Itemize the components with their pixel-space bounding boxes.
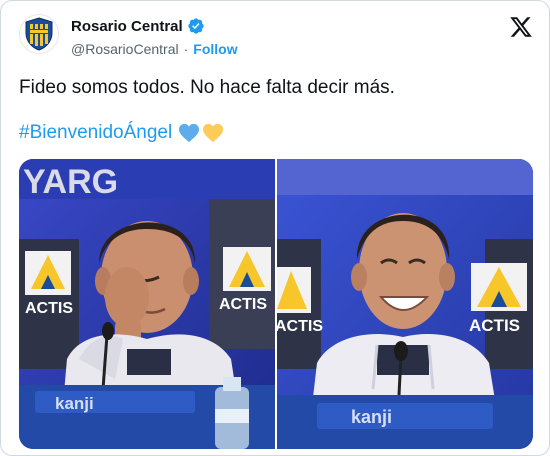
sponsor-text-right-2: ACTIS [469,316,520,335]
photo-crying-press-conference[interactable]: YARG ACTIS ACTIS kanji [19,159,275,449]
photo-smiling-press-conference[interactable]: ACTIS ACTIS kanji [277,159,533,449]
rosario-central-crest-icon [25,17,53,51]
follow-button[interactable]: Follow [193,41,237,57]
author-handle-row: @RosarioCentral · Follow [71,41,238,57]
author-handle[interactable]: @RosarioCentral [71,41,179,57]
avatar[interactable] [19,14,59,54]
photo-left-illustration: YARG ACTIS ACTIS kanji [19,159,275,449]
media-grid: YARG ACTIS ACTIS kanji ACTIS ACTIS kanji [19,159,533,449]
x-logo-icon[interactable] [509,15,533,39]
sponsor-text-left-1: ACTIS [25,300,73,317]
yellow-heart-icon [203,123,224,143]
sponsor-text-right-1: ACTIS [277,318,323,335]
hashtag-link[interactable]: #BienvenidoÁngel [19,122,172,144]
desk-text-left: kanji [55,394,94,413]
sponsor-text-left-2: ACTIS [219,296,267,313]
author-display-name[interactable]: Rosario Central [71,18,183,35]
hashtag-row: #BienvenidoÁngel [19,122,224,144]
banner-text: YARG [23,163,118,201]
tweet-card[interactable]: Rosario Central @RosarioCentral · Follow… [0,0,550,456]
desk-text-right: kanji [351,407,392,427]
photo-right-illustration: ACTIS ACTIS kanji [277,159,533,449]
verified-badge-icon [188,18,204,34]
tweet-text: Fideo somos todos. No hace falta decir m… [19,77,395,98]
author-name-row[interactable]: Rosario Central [71,17,205,35]
separator-dot: · [183,41,189,57]
blue-heart-icon [179,123,200,143]
